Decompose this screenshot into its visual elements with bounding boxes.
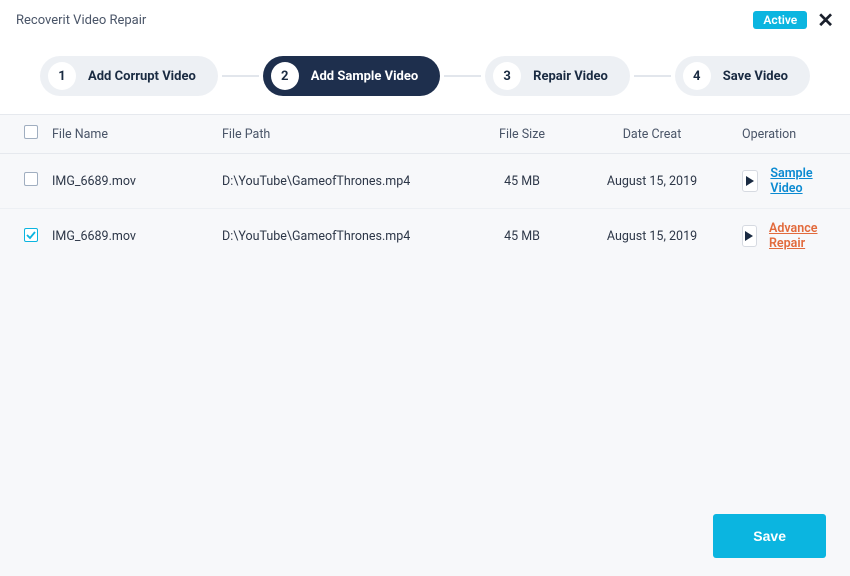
cell-filesize: 45 MB [462, 229, 582, 244]
table-row: IMG_6689.movD:\YouTube\GameofThrones.mp4… [0, 209, 850, 263]
cell-date: August 15, 2019 [582, 229, 722, 244]
select-all-checkbox[interactable] [24, 125, 38, 139]
col-header-operation: Operation [722, 127, 826, 142]
col-header-filesize: File Size [462, 127, 582, 142]
row-checkbox[interactable] [24, 172, 38, 186]
file-table-area: File Name File Path File Size Date Creat… [0, 114, 850, 576]
window-header: Recoverit Video Repair Active ✕ [0, 0, 850, 38]
cell-filename: IMG_6689.mov [52, 174, 222, 189]
step-connector [444, 75, 481, 77]
cell-filesize: 45 MB [462, 174, 582, 189]
step-number: 1 [48, 62, 76, 90]
step-label: Repair Video [533, 69, 608, 84]
step-1[interactable]: 1 Add Corrupt Video [40, 56, 218, 96]
play-icon[interactable] [742, 170, 758, 192]
step-label: Add Sample Video [311, 69, 418, 84]
step-connector [634, 75, 671, 77]
close-icon[interactable]: ✕ [817, 10, 834, 30]
header-right: Active ✕ [753, 10, 834, 30]
step-connector [222, 75, 259, 77]
play-icon[interactable] [742, 225, 757, 247]
step-2[interactable]: 2 Add Sample Video [263, 56, 440, 96]
col-header-date: Date Creat [582, 127, 722, 142]
cell-filename: IMG_6689.mov [52, 229, 222, 244]
step-label: Save Video [723, 69, 788, 84]
row-checkbox[interactable] [24, 228, 38, 242]
step-number: 2 [271, 62, 299, 90]
active-badge: Active [753, 11, 807, 29]
col-header-filepath: File Path [222, 127, 462, 142]
step-number: 3 [493, 62, 521, 90]
step-3[interactable]: 3 Repair Video [485, 56, 630, 96]
step-label: Add Corrupt Video [88, 69, 196, 84]
table-header-row: File Name File Path File Size Date Creat… [0, 115, 850, 154]
step-4[interactable]: 4 Save Video [675, 56, 810, 96]
cell-date: August 15, 2019 [582, 174, 722, 189]
col-header-filename: File Name [52, 127, 222, 142]
save-button[interactable]: Save [713, 514, 826, 558]
advance-repair-link[interactable]: Advance Repair [769, 221, 826, 251]
steps-container: 1 Add Corrupt Video 2 Add Sample Video 3 Repa… [0, 38, 850, 114]
cell-filepath: D:\YouTube\GameofThrones.mp4 [222, 174, 462, 189]
cell-filepath: D:\YouTube\GameofThrones.mp4 [222, 229, 462, 244]
sample-video-link[interactable]: Sample Video [770, 166, 826, 196]
step-number: 4 [683, 62, 711, 90]
window-title: Recoverit Video Repair [16, 13, 146, 28]
table-row: IMG_6689.movD:\YouTube\GameofThrones.mp4… [0, 154, 850, 209]
footer: Save [713, 514, 826, 558]
